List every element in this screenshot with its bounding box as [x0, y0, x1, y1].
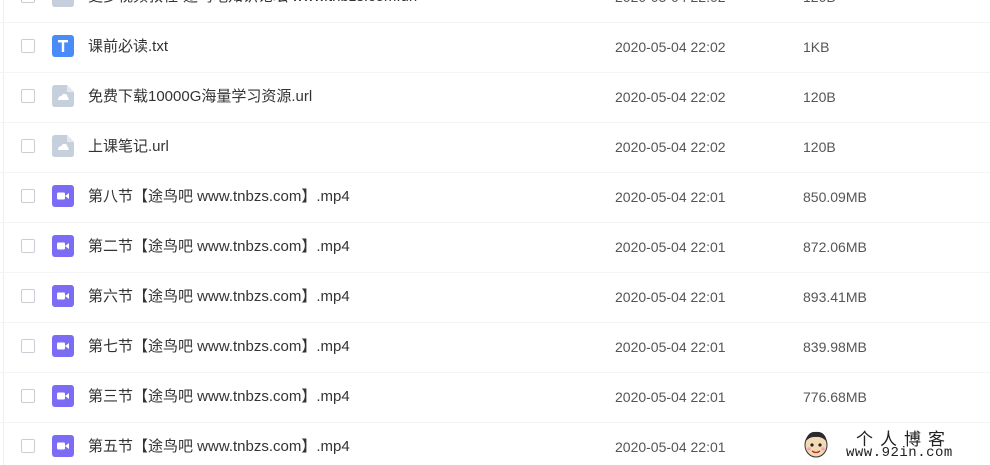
row-checkbox[interactable] — [21, 289, 35, 303]
file-row[interactable]: 第二节【途鸟吧 www.tnbzs.com】.mp4 2020-05-04 22:… — [0, 223, 990, 273]
file-name[interactable]: 第二节【途鸟吧 www.tnbzs.com】.mp4 — [88, 238, 350, 256]
file-size: 120B — [803, 0, 836, 6]
video-file-icon — [52, 385, 74, 407]
file-date: 2020-05-04 22:01 — [615, 389, 726, 405]
file-name[interactable]: 第八节【途鸟吧 www.tnbzs.com】.mp4 — [88, 188, 350, 206]
file-row[interactable]: 课前必读.txt 2020-05-04 22:02 1KB — [0, 23, 990, 73]
file-row[interactable]: 第八节【途鸟吧 www.tnbzs.com】.mp4 2020-05-04 22:… — [0, 173, 990, 223]
row-checkbox[interactable] — [21, 39, 35, 53]
file-date: 2020-05-04 22:02 — [615, 139, 726, 155]
row-checkbox[interactable] — [21, 439, 35, 453]
link-file-icon — [52, 135, 74, 157]
watermark: 个人博客 www.92in.com — [796, 424, 990, 465]
file-name[interactable]: 第五节【途鸟吧 www.tnbzs.com】.mp4 — [88, 438, 350, 456]
file-row[interactable]: 第三节【途鸟吧 www.tnbzs.com】.mp4 2020-05-04 22:… — [0, 373, 990, 423]
video-file-icon — [52, 435, 74, 457]
link-file-icon — [52, 85, 74, 107]
file-row[interactable]: 上课笔记.url 2020-05-04 22:02 120B — [0, 123, 990, 173]
file-date: 2020-05-04 22:02 — [615, 89, 726, 105]
file-size: 893.41MB — [803, 289, 867, 305]
video-file-icon — [52, 285, 74, 307]
file-name[interactable]: 免费下载10000G海量学习资源.url — [88, 88, 312, 106]
file-name[interactable]: 第三节【途鸟吧 www.tnbzs.com】.mp4 — [88, 388, 350, 406]
row-checkbox[interactable] — [21, 139, 35, 153]
file-name[interactable]: 上课笔记.url — [88, 138, 169, 156]
file-row[interactable]: 更多视频教程-途鸟吧知识论坛 www.tnbzs.com.url 2020-05-… — [0, 0, 990, 23]
row-checkbox[interactable] — [21, 389, 35, 403]
file-size: 120B — [803, 139, 836, 155]
file-size: 872.06MB — [803, 239, 867, 255]
link-file-icon — [52, 0, 74, 7]
file-date: 2020-05-04 22:02 — [615, 0, 726, 6]
file-size: 1KB — [803, 39, 830, 55]
file-row[interactable]: 第六节【途鸟吧 www.tnbzs.com】.mp4 2020-05-04 22:… — [0, 273, 990, 323]
file-list: 更多视频教程-途鸟吧知识论坛 www.tnbzs.com.url 2020-05-… — [0, 0, 990, 465]
file-name[interactable]: 更多视频教程-途鸟吧知识论坛 www.tnbzs.com.url — [88, 0, 417, 6]
file-name[interactable]: 第七节【途鸟吧 www.tnbzs.com】.mp4 — [88, 338, 350, 356]
row-checkbox[interactable] — [21, 189, 35, 203]
video-file-icon — [52, 335, 74, 357]
file-row[interactable]: 第七节【途鸟吧 www.tnbzs.com】.mp4 2020-05-04 22:… — [0, 323, 990, 373]
file-size: 120B — [803, 89, 836, 105]
file-size: 850.09MB — [803, 189, 867, 205]
avatar-icon — [804, 431, 828, 458]
file-date: 2020-05-04 22:01 — [615, 239, 726, 255]
file-date: 2020-05-04 22:01 — [615, 339, 726, 355]
file-date: 2020-05-04 22:01 — [615, 189, 726, 205]
file-date: 2020-05-04 22:01 — [615, 289, 726, 305]
file-list-page: 更多视频教程-途鸟吧知识论坛 www.tnbzs.com.url 2020-05-… — [0, 0, 990, 465]
row-checkbox[interactable] — [21, 339, 35, 353]
file-date: 2020-05-04 22:02 — [615, 39, 726, 55]
row-checkbox[interactable] — [21, 89, 35, 103]
watermark-url: www.92in.com — [846, 445, 953, 461]
file-date: 2020-05-04 22:01 — [615, 439, 726, 455]
video-file-icon — [52, 185, 74, 207]
text-file-icon — [52, 35, 74, 57]
file-row[interactable]: 免费下载10000G海量学习资源.url 2020-05-04 22:02 120B — [0, 73, 990, 123]
video-file-icon — [52, 235, 74, 257]
file-name[interactable]: 课前必读.txt — [88, 38, 168, 56]
row-checkbox[interactable] — [21, 0, 35, 3]
file-size: 839.98MB — [803, 339, 867, 355]
row-checkbox[interactable] — [21, 239, 35, 253]
file-size: 776.68MB — [803, 389, 867, 405]
file-name[interactable]: 第六节【途鸟吧 www.tnbzs.com】.mp4 — [88, 288, 350, 306]
